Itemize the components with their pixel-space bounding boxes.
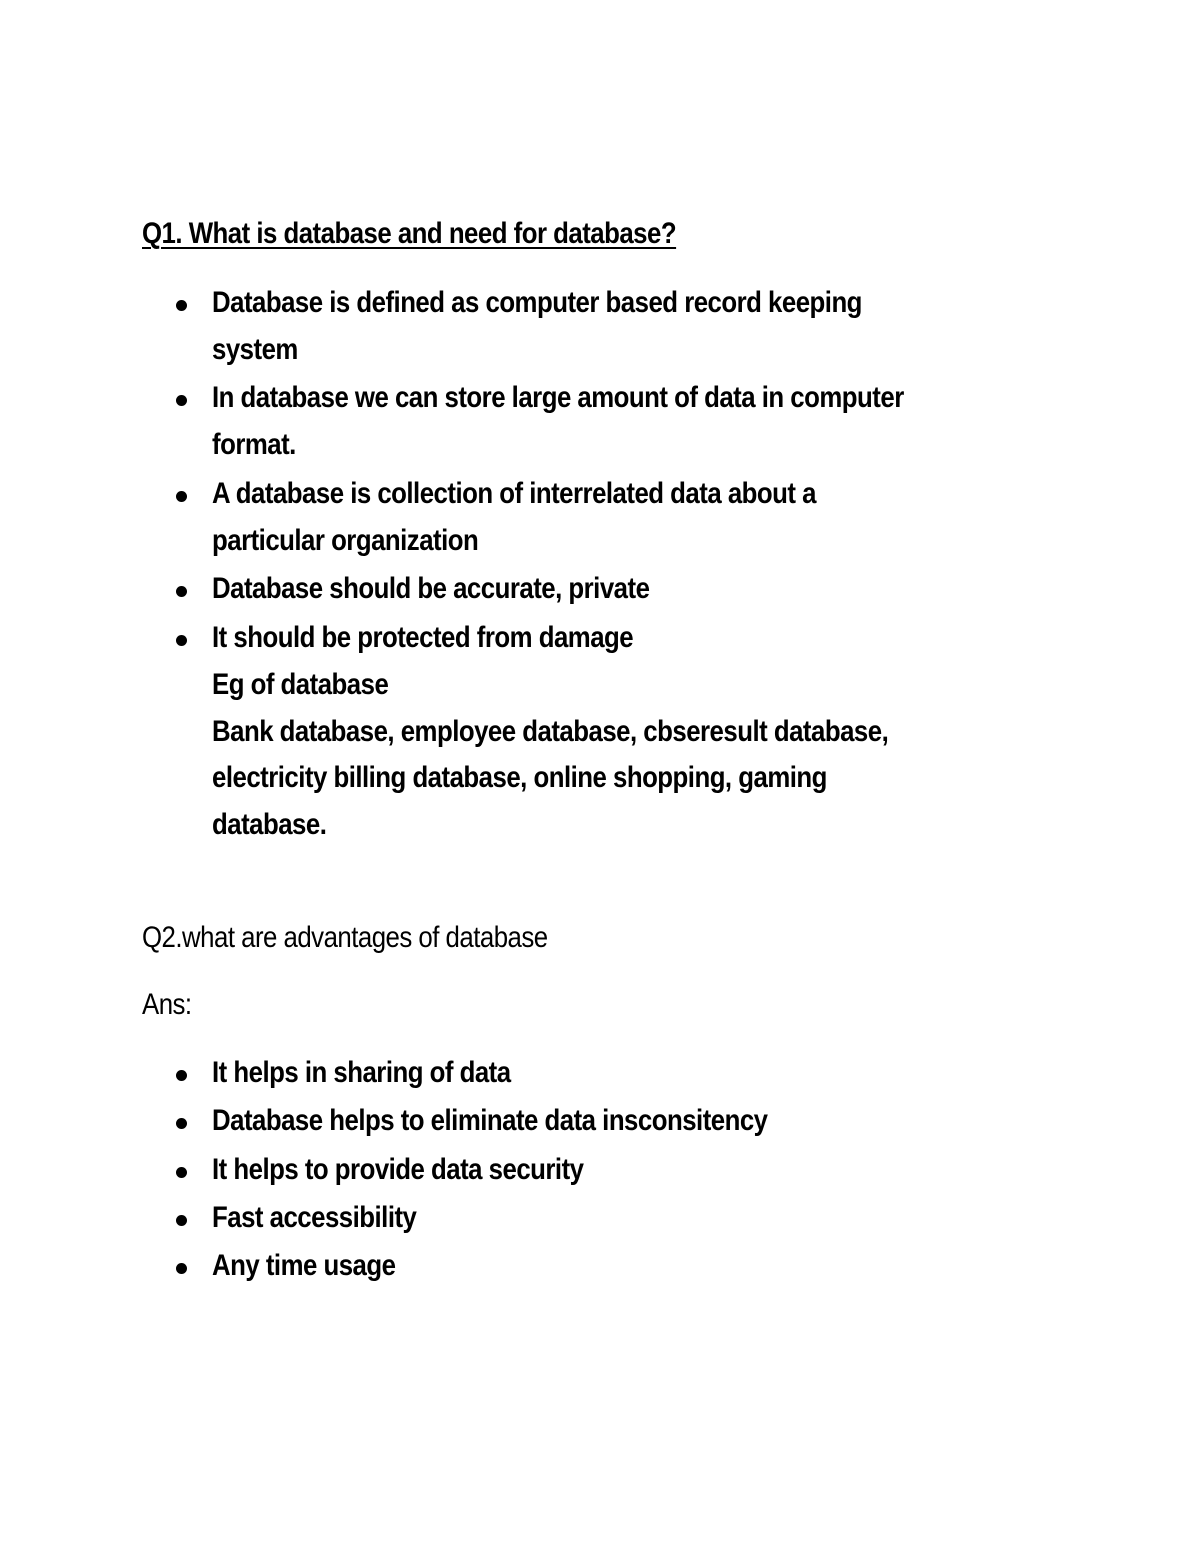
bullet-icon bbox=[176, 395, 187, 406]
ans-label: Ans: bbox=[142, 988, 192, 1021]
q2-bullet-1: It helps in sharing of data bbox=[212, 1056, 511, 1089]
document-page: Q1. What is database and need for databa… bbox=[0, 0, 1200, 1553]
q1-bullet-5-line-2: Eg of database bbox=[212, 668, 389, 701]
q1-bullet-3-line-1: A database is collection of interrelated… bbox=[212, 477, 816, 510]
q2-bullet-3: It helps to provide data security bbox=[212, 1153, 584, 1186]
q1-bullet-3-line-2: particular organization bbox=[212, 524, 479, 557]
bullet-icon bbox=[176, 1263, 187, 1274]
q1-bullet-1-line-2: system bbox=[212, 333, 298, 366]
q1-heading: Q1. What is database and need for databa… bbox=[142, 217, 677, 250]
q2-heading: Q2.what are advantages of database bbox=[142, 921, 548, 954]
bullet-icon bbox=[176, 1118, 187, 1129]
bullet-icon bbox=[176, 635, 187, 646]
bullet-icon bbox=[176, 586, 187, 597]
q1-bullet-2-line-1: In database we can store large amount of… bbox=[212, 381, 904, 414]
bullet-icon bbox=[176, 1167, 187, 1178]
q2-bullet-4: Fast accessibility bbox=[212, 1201, 417, 1234]
q2-bullet-5: Any time usage bbox=[212, 1249, 396, 1282]
bullet-icon bbox=[176, 300, 187, 311]
q1-bullet-1-line-1: Database is defined as computer based re… bbox=[212, 286, 862, 319]
q1-bullet-4-line-1: Database should be accurate, private bbox=[212, 572, 650, 605]
q1-bullet-5-line-3: Bank database, employee database, cbsere… bbox=[212, 715, 889, 748]
q2-bullet-2: Database helps to eliminate data inscons… bbox=[212, 1104, 768, 1137]
bullet-icon bbox=[176, 491, 187, 502]
q1-bullet-2-line-2: format. bbox=[212, 428, 296, 461]
q1-bullet-5-line-1: It should be protected from damage bbox=[212, 621, 634, 654]
q1-bullet-5-line-4: electricity billing database, online sho… bbox=[212, 761, 827, 794]
q1-bullet-5-line-5: database. bbox=[212, 808, 327, 841]
bullet-icon bbox=[176, 1070, 187, 1081]
bullet-icon bbox=[176, 1215, 187, 1226]
